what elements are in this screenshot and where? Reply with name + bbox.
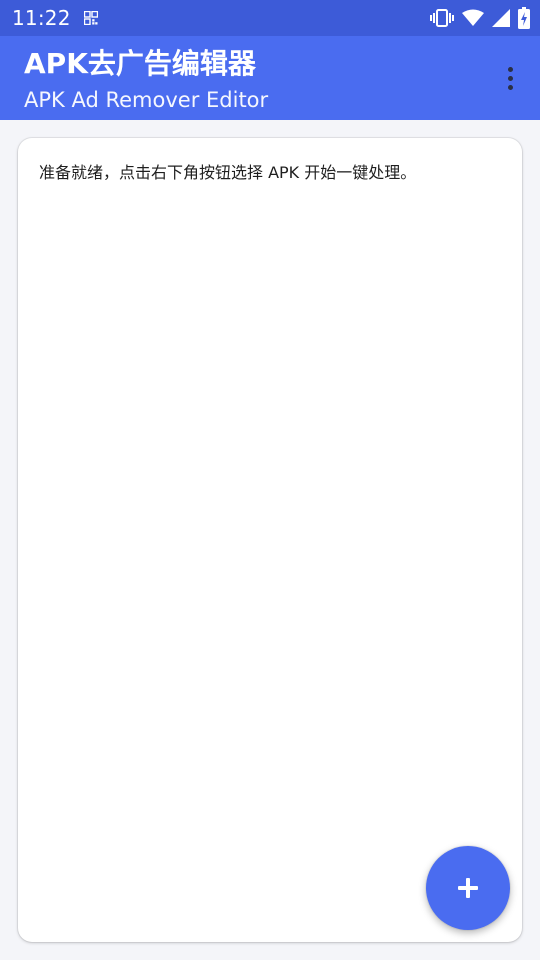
signal-icon (492, 9, 510, 27)
wifi-icon (462, 9, 484, 26)
vibrate-icon (430, 9, 454, 27)
app-subtitle: APK Ad Remover Editor (24, 88, 269, 112)
more-vert-icon[interactable] (498, 62, 522, 94)
status-time: 11:22 (12, 6, 71, 30)
add-icon (458, 878, 478, 898)
status-icons (430, 7, 530, 29)
menu-dot (507, 84, 513, 90)
menu-dot (507, 66, 513, 72)
log-card: 准备就绪，点击右下角按钮选择 APK 开始一键处理。 (18, 138, 522, 942)
app-title: APK去广告编辑器 (24, 47, 256, 80)
qr-code-icon (84, 11, 98, 25)
app-bar: APK去广告编辑器 APK Ad Remover Editor (0, 36, 540, 120)
battery-charging-icon (518, 7, 530, 29)
menu-dot (507, 75, 513, 81)
status-bar: 11:22 (0, 0, 540, 36)
log-text: 准备就绪，点击右下角按钮选择 APK 开始一键处理。 (39, 163, 417, 182)
select-apk-fab[interactable] (426, 846, 510, 930)
